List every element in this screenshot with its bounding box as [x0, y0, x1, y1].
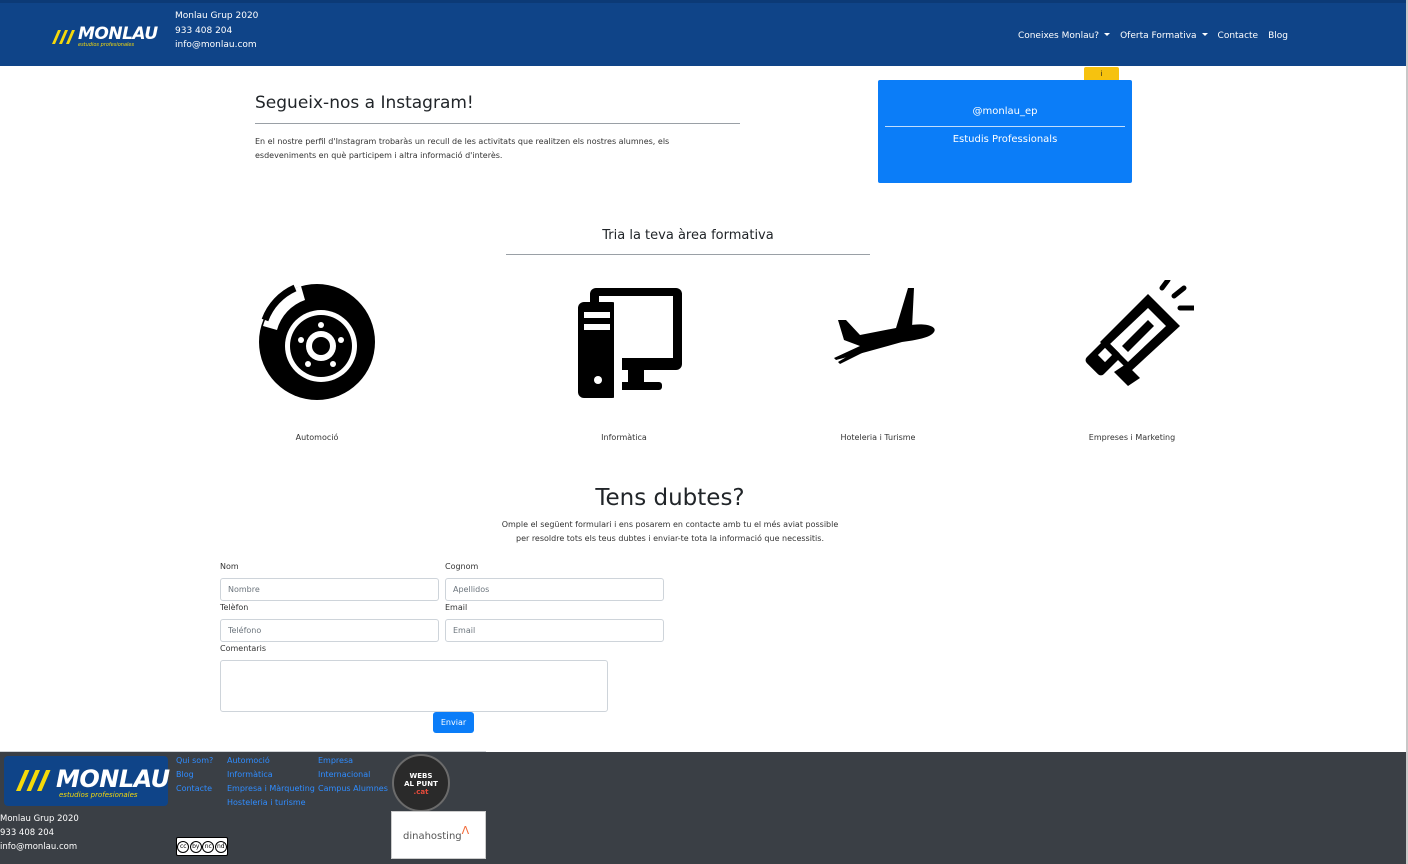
footer-logo-text: MONLAU	[56, 765, 170, 793]
surname-label: Cognom	[445, 562, 479, 571]
area-informatica[interactable]: Informàtica	[524, 280, 724, 448]
email-label: Email	[445, 603, 468, 612]
nav-blog[interactable]: Blog	[1268, 31, 1288, 41]
instagram-title: Segueix-nos a Instagram!	[255, 93, 474, 113]
comments-textarea[interactable]	[220, 660, 608, 712]
dinahosting-text: dinahosting	[403, 831, 462, 842]
footer-logo-mark-icon	[16, 770, 51, 791]
surname-input[interactable]	[445, 578, 664, 601]
phone-label: Telèfon	[220, 603, 249, 612]
instagram-divider	[255, 123, 740, 124]
instagram-tab[interactable]: i	[1084, 67, 1119, 81]
main-nav: Coneixes Monlau? Oferta Formativa Contac…	[1018, 31, 1288, 41]
footer-logo-subtext: estudios profesionales	[59, 791, 138, 799]
logo-text: MONLAU	[78, 24, 158, 44]
cc-by-icon: by	[189, 840, 202, 853]
footer-link-informatica[interactable]: Informàtica	[227, 768, 315, 782]
submit-button[interactable]: Enviar	[433, 712, 474, 733]
form-intro-line1: Omple el següent formulari i ens posarem…	[501, 520, 839, 529]
form-intro-line2: per resoldre tots els teus dubtes i envi…	[515, 534, 824, 543]
footer-link-qui-som[interactable]: Qui som?	[176, 754, 213, 768]
footer-company: Monlau Grup 2020	[0, 814, 79, 824]
area-automocio[interactable]: Automoció	[217, 280, 417, 448]
webs-badge-line3: .cat	[413, 788, 429, 796]
webs-badge-line2: AL PUNT	[404, 780, 438, 788]
instagram-handle[interactable]: @monlau_ep	[878, 106, 1132, 117]
footer-links-col2: Automoció Informàtica Empresa i Màrqueti…	[227, 754, 315, 810]
cc-nd-icon: nd	[214, 840, 227, 853]
footer-links-col1: Qui som? Blog Contacte	[176, 754, 213, 796]
footer-link-blog[interactable]: Blog	[176, 768, 213, 782]
phone-input[interactable]	[220, 619, 439, 642]
nav-coneixes-monlau[interactable]: Coneixes Monlau?	[1018, 31, 1110, 41]
footer-phone[interactable]: 933 408 204	[0, 826, 79, 840]
footer-contact: Monlau Grup 2020 933 408 204 info@monlau…	[0, 812, 79, 854]
email-input[interactable]	[445, 619, 664, 642]
nav-contacte[interactable]: Contacte	[1218, 31, 1259, 41]
footer-link-internacional[interactable]: Internacional	[318, 768, 388, 782]
area-label-informatica: Informàtica	[601, 433, 647, 442]
name-label: Nom	[220, 562, 239, 571]
header-contact: Monlau Grup 2020 933 408 204 info@monlau…	[175, 9, 258, 53]
airplane-icon	[834, 288, 935, 364]
dinahosting-badge[interactable]: dinahostingΛ	[391, 811, 486, 859]
instagram-card[interactable]: @monlau_ep Estudis Professionals	[878, 80, 1132, 183]
webs-badge-line1: WEBS	[409, 772, 433, 780]
instagram-card-divider	[885, 126, 1125, 127]
comments-label: Comentaris	[220, 644, 266, 653]
footer-link-campus-alumnes[interactable]: Campus Alumnes	[318, 782, 388, 796]
cc-icon: cc	[177, 840, 190, 853]
dinahosting-logo-icon: Λ	[461, 824, 470, 837]
page: MONLAU estudios profesionales Monlau Gru…	[0, 0, 1408, 864]
area-label-empreses-marketing: Empreses i Marketing	[1088, 433, 1176, 442]
desktop-computer-icon	[578, 288, 682, 398]
footer: MONLAU estudios profesionales Monlau Gru…	[0, 752, 1406, 864]
monlau-logo[interactable]: MONLAU estudios profesionales	[50, 24, 158, 50]
footer-link-empresa[interactable]: Empresa	[318, 754, 388, 768]
phone-number[interactable]: 933 408 204	[175, 24, 258, 39]
footer-link-automocio[interactable]: Automoció	[227, 754, 315, 768]
header: MONLAU estudios profesionales Monlau Gru…	[0, 3, 1406, 66]
area-label-automocio: Automoció	[295, 433, 339, 442]
footer-links-col3: Empresa Internacional Campus Alumnes	[318, 754, 388, 796]
instagram-text: En el nostre perfil d'Instagram trobaràs…	[255, 137, 670, 160]
webs-al-punt-badge[interactable]: WEBS AL PUNT .cat	[392, 754, 450, 812]
footer-logo[interactable]: MONLAU estudios profesionales	[4, 756, 170, 806]
logo-mark-icon	[52, 30, 75, 44]
form-title: Tens dubtes?	[595, 485, 745, 511]
company-name: Monlau Grup 2020	[175, 11, 259, 21]
area-label-hoteleria-turisme: Hoteleria i Turisme	[840, 433, 916, 442]
form-intro: Omple el següent formulari i ens posarem…	[0, 518, 1340, 546]
footer-email[interactable]: info@monlau.com	[0, 840, 79, 854]
brake-disc-icon	[259, 284, 375, 400]
email-address[interactable]: info@monlau.com	[175, 38, 258, 53]
megaphone-icon	[1085, 280, 1194, 386]
areas-divider	[506, 254, 870, 255]
areas-title: Tria la teva àrea formativa	[602, 228, 774, 243]
footer-link-empresa-marqueting[interactable]: Empresa i Màrqueting	[227, 782, 315, 796]
nav-oferta-formativa[interactable]: Oferta Formativa	[1120, 31, 1207, 41]
footer-link-hosteleria-turisme[interactable]: Hosteleria i turisme	[227, 796, 315, 810]
instagram-subtitle: Estudis Professionals	[952, 134, 1058, 145]
footer-link-contacte[interactable]: Contacte	[176, 782, 213, 796]
area-hoteleria-turisme[interactable]: Hoteleria i Turisme	[778, 280, 978, 448]
logo-subtext: estudios profesionales	[78, 42, 135, 48]
cc-nc-icon: nc	[202, 840, 215, 853]
name-input[interactable]	[220, 578, 439, 601]
area-empreses-marketing[interactable]: Empreses i Marketing	[1032, 280, 1232, 448]
creative-commons-badge[interactable]: cc by nc nd	[176, 837, 228, 856]
